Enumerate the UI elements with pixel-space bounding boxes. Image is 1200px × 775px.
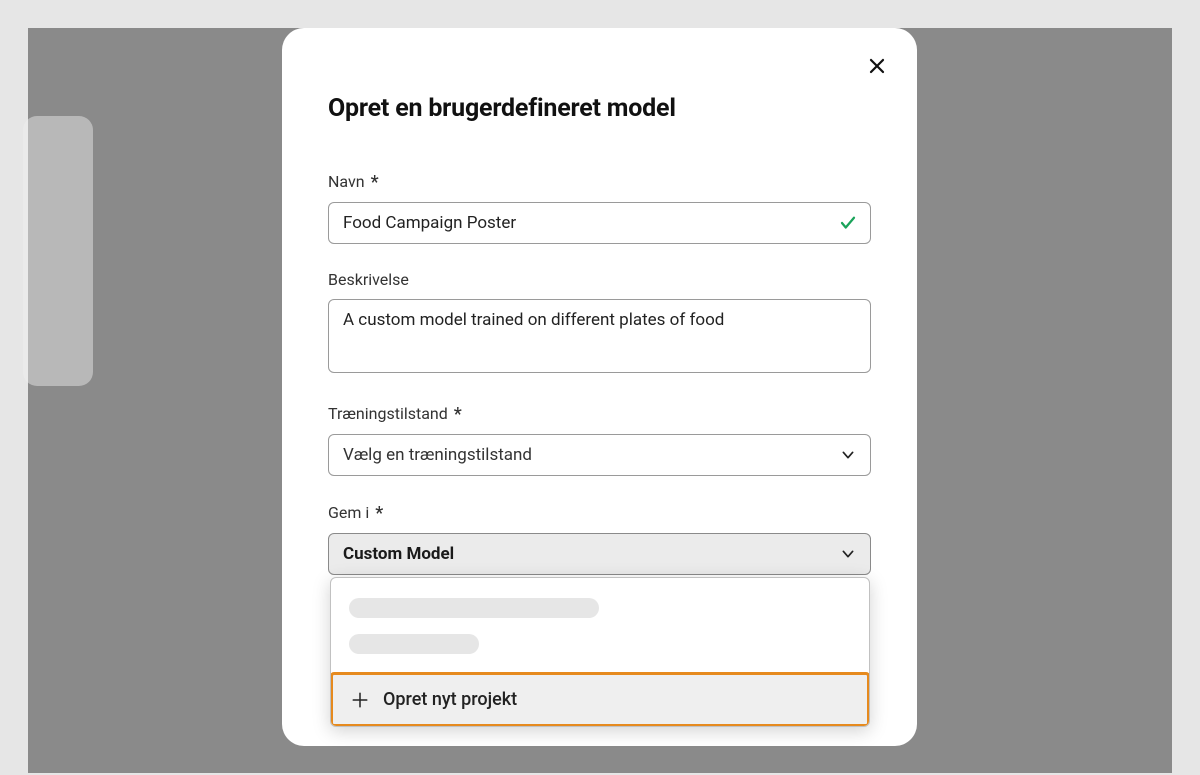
save-in-selected: Custom Model [343,544,454,564]
save-in-dropdown-panel: Opret nyt projekt [330,577,870,727]
modal-title: Opret en brugerdefineret model [328,94,871,123]
chevron-down-icon [840,447,856,463]
close-icon [868,57,886,75]
app-backdrop: Opret en brugerdefineret model Navn * Be… [28,28,1172,773]
name-input[interactable] [328,202,871,244]
close-button[interactable] [863,52,891,80]
training-mode-placeholder: Vælg en træningstilstand [343,445,532,465]
description-label-text: Beskrivelse [328,270,409,289]
checkmark-icon [839,214,857,232]
plus-icon [351,691,369,709]
required-marker: * [454,404,462,425]
name-label-text: Navn [328,172,365,191]
background-card-hint [23,116,93,386]
chevron-down-icon [840,546,856,562]
skeleton-option-1 [349,598,599,618]
training-mode-select[interactable]: Vælg en træningstilstand [328,434,871,476]
dropdown-body [331,578,869,672]
name-input-wrap [328,202,871,244]
training-mode-label-text: Træningstilstand [328,404,448,423]
description-label: Beskrivelse [328,270,871,289]
required-marker: * [375,503,383,524]
training-mode-label: Træningstilstand * [328,403,871,424]
description-textarea[interactable]: A custom model trained on different plat… [328,299,871,373]
create-new-project-button[interactable]: Opret nyt projekt [330,672,870,727]
required-marker: * [371,172,379,193]
description-field-group: Beskrivelse A custom model trained on di… [328,270,871,377]
save-in-select[interactable]: Custom Model [328,533,871,575]
name-label: Navn * [328,171,871,192]
training-mode-field-group: Træningstilstand * Vælg en træningstilst… [328,403,871,476]
save-in-label: Gem i * [328,502,871,523]
save-in-field-group: Gem i * Custom Model [328,502,871,575]
name-field-group: Navn * [328,171,871,244]
save-in-label-text: Gem i [328,503,369,522]
create-new-project-label: Opret nyt projekt [383,689,517,710]
skeleton-option-2 [349,634,479,654]
